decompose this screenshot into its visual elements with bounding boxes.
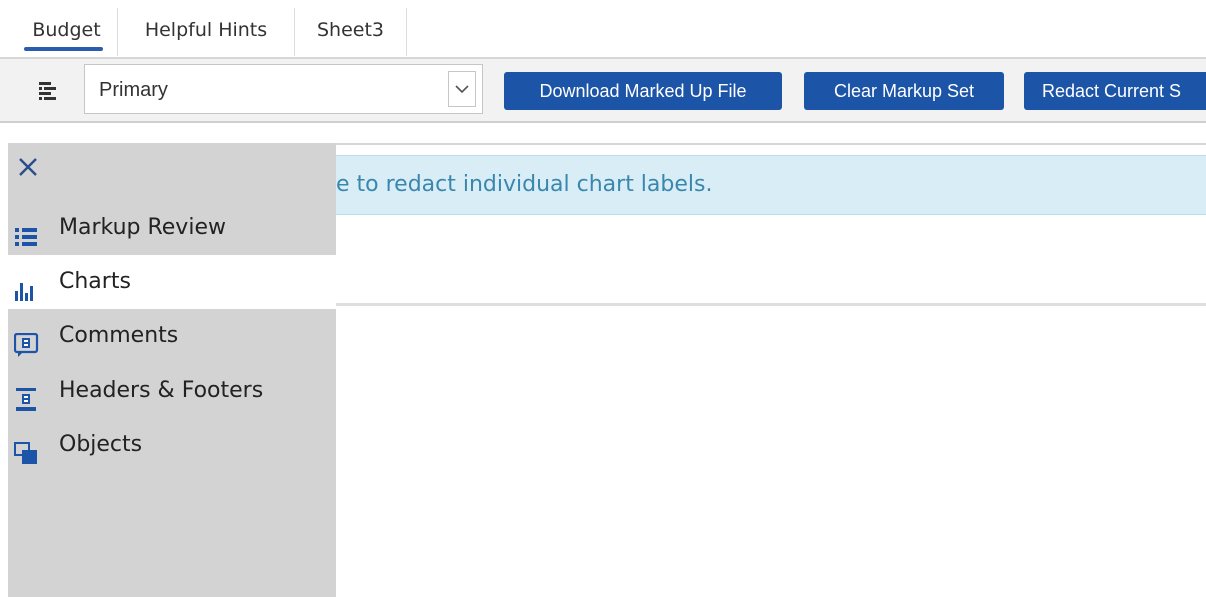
markup-toolbar: Primary Download Marked Up File Clear Ma… bbox=[0, 59, 1206, 121]
chevron-down-icon[interactable] bbox=[448, 71, 476, 107]
bar-chart-icon bbox=[14, 270, 40, 301]
side-panel: Markup Review Charts Comments Headers & … bbox=[8, 143, 336, 597]
markup-list-icon[interactable] bbox=[38, 81, 58, 103]
toolbar-divider bbox=[0, 121, 1206, 123]
clear-markup-set-button[interactable]: Clear Markup Set bbox=[804, 72, 1004, 110]
content-divider-top bbox=[336, 143, 1206, 145]
info-banner: e to redact individual chart labels. bbox=[336, 155, 1206, 215]
panel-item-comments[interactable]: Comments bbox=[8, 309, 336, 363]
markup-set-value: Primary bbox=[99, 79, 168, 101]
tab-sheet3[interactable]: Sheet3 bbox=[295, 8, 407, 56]
main-content: e to redact individual chart labels. bbox=[336, 143, 1206, 597]
panel-item-label: Comments bbox=[59, 323, 179, 348]
markup-set-select[interactable]: Primary bbox=[84, 64, 483, 114]
download-marked-up-file-button[interactable]: Download Marked Up File bbox=[504, 72, 782, 110]
panel-item-headers-footers[interactable]: Headers & Footers bbox=[8, 364, 336, 418]
tab-helpful-hints[interactable]: Helpful Hints bbox=[118, 8, 295, 56]
info-banner-text: e to redact individual chart labels. bbox=[336, 172, 713, 197]
panel-item-label: Headers & Footers bbox=[59, 378, 264, 403]
panel-item-label: Charts bbox=[59, 269, 131, 294]
panel-item-label: Markup Review bbox=[59, 215, 226, 240]
list-icon bbox=[14, 216, 40, 246]
panel-item-label: Objects bbox=[59, 432, 143, 457]
comment-icon bbox=[13, 324, 40, 357]
redact-current-sheet-button[interactable]: Redact Current S bbox=[1024, 72, 1206, 110]
panel-item-objects[interactable]: Objects bbox=[8, 418, 336, 472]
active-tab-indicator bbox=[24, 47, 103, 51]
content-divider bbox=[336, 303, 1206, 306]
close-icon[interactable] bbox=[16, 155, 46, 185]
panel-item-charts[interactable]: Charts bbox=[8, 255, 336, 309]
tab-sheet3-label: Sheet3 bbox=[316, 19, 385, 41]
header-footer-icon bbox=[14, 379, 40, 411]
panel-item-markup-review[interactable]: Markup Review bbox=[8, 201, 336, 255]
tab-budget[interactable]: Budget bbox=[16, 8, 118, 56]
objects-icon bbox=[14, 433, 40, 464]
sheet-tabs: Budget Helpful Hints Sheet3 bbox=[0, 0, 1206, 59]
tab-budget-label: Budget bbox=[32, 19, 101, 41]
tab-helpful-hints-label: Helpful Hints bbox=[144, 19, 268, 41]
